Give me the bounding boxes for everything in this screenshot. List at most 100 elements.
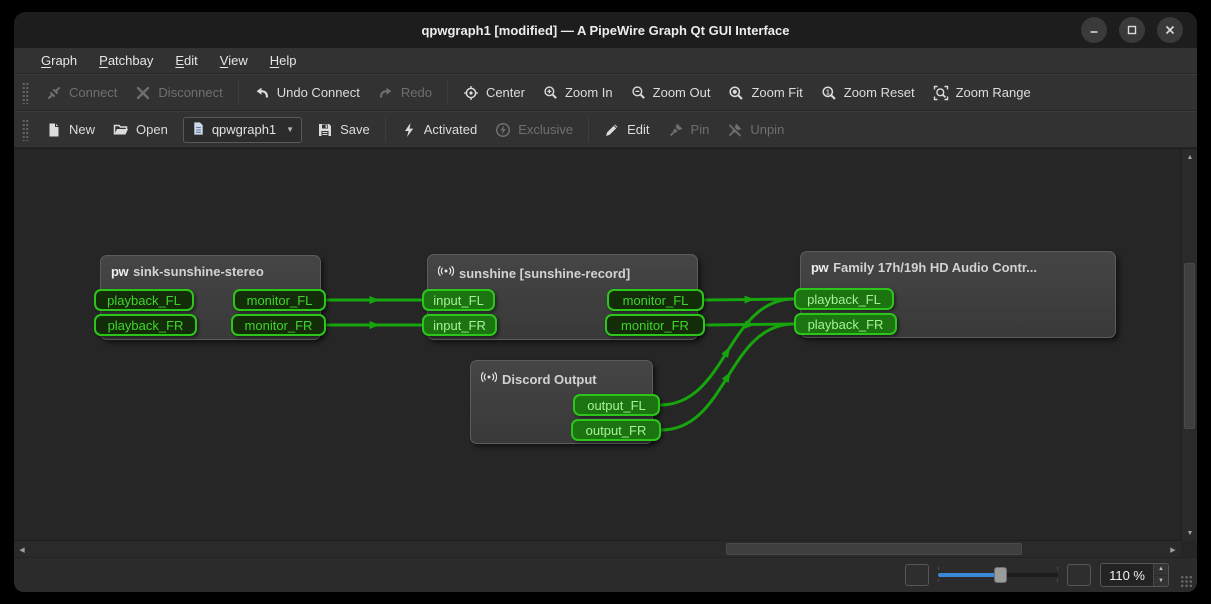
- center-icon: [463, 85, 479, 101]
- toolbar-button-label: Connect: [69, 85, 117, 100]
- toolbar-button-activated[interactable]: Activated: [392, 117, 486, 143]
- resize-grip-icon[interactable]: [1180, 575, 1193, 588]
- port-family-playback-fl[interactable]: playback_FL: [794, 288, 894, 310]
- disconnect-icon: [135, 85, 151, 101]
- screen-background: qpwgraph1 [modified] — A PipeWire Graph …: [0, 0, 1211, 604]
- port-family-playback-fr[interactable]: playback_FR: [794, 313, 897, 335]
- port-sunshine-monitor-fl[interactable]: monitor_FL: [607, 289, 704, 311]
- redo-icon: [378, 85, 394, 101]
- minimize-button[interactable]: [1081, 17, 1107, 43]
- patchbay-file-icon: [191, 121, 206, 136]
- connection-wires: [14, 149, 1197, 557]
- patchbay-file-icon: [191, 121, 206, 139]
- pw-icon: pw: [811, 260, 828, 275]
- toolbar-button-label: Activated: [424, 122, 477, 137]
- toolbar-button-label: Open: [136, 122, 168, 137]
- zoom-spinbox[interactable]: 110 % ▲ ▼: [1100, 563, 1169, 587]
- maximize-button[interactable]: [1119, 17, 1145, 43]
- toolbar-button-undo-connect[interactable]: Undo Connect: [245, 80, 369, 106]
- wire-arrow-icon: [745, 321, 756, 329]
- zoom-range-icon: [933, 85, 949, 101]
- close-button[interactable]: [1157, 17, 1183, 43]
- node-header: sunshine [sunshine-record]: [428, 255, 697, 288]
- node-title: sunshine [sunshine-record]: [459, 266, 630, 281]
- statusbar-zoom-in-button[interactable]: [1067, 564, 1091, 586]
- horizontal-scrollbar-thumb[interactable]: [726, 543, 1022, 555]
- toolbar-grip[interactable]: [22, 119, 29, 141]
- toolbar-button-label: Edit: [627, 122, 649, 137]
- vertical-scrollbar[interactable]: ▲ ▼: [1181, 149, 1197, 541]
- undo-icon: [254, 85, 270, 101]
- toolbar-button-label: Zoom Reset: [844, 85, 915, 100]
- menu-item-view[interactable]: View: [211, 50, 257, 71]
- port-sunshine-input-fr[interactable]: input_FR: [422, 314, 497, 336]
- save-icon: [317, 122, 333, 138]
- port-sink-monitor-fr[interactable]: monitor_FR: [231, 314, 326, 336]
- graph-canvas[interactable]: ▲ ▼ ◀ ▶ pwsink-sunshine-stereo playback_F…: [14, 148, 1197, 557]
- port-sunshine-input-fl[interactable]: input_FL: [422, 289, 495, 311]
- spin-up-button[interactable]: ▲: [1154, 564, 1168, 576]
- titlebar[interactable]: qpwgraph1 [modified] — A PipeWire Graph …: [14, 12, 1197, 48]
- zoom-slider[interactable]: [938, 565, 1058, 585]
- menu-item-help[interactable]: Help: [261, 50, 306, 71]
- toolbar-button-connect[interactable]: Connect: [37, 80, 126, 106]
- toolbar-button-zoom-in[interactable]: Zoom In: [534, 80, 622, 105]
- port-discord-output-fr[interactable]: output_FR: [571, 419, 661, 441]
- toolbar-button-zoom-range[interactable]: Zoom Range: [924, 80, 1040, 106]
- toolbar-button-new[interactable]: New: [37, 117, 104, 143]
- toolbar-button-zoom-out[interactable]: Zoom Out: [622, 80, 720, 105]
- toolbar-button-unpin[interactable]: Unpin: [718, 117, 793, 143]
- toolbar-button-exclusive[interactable]: Exclusive: [486, 117, 582, 143]
- unpin-icon: [727, 122, 743, 138]
- horizontal-scrollbar[interactable]: ◀ ▶: [14, 540, 1181, 557]
- zoom-reset-icon: 1: [821, 85, 837, 101]
- port-sink-playback-fr[interactable]: playback_FR: [94, 314, 197, 336]
- zoom-reset-icon: 1: [821, 85, 837, 101]
- toolbar-button-zoom-reset[interactable]: 1 Zoom Reset: [812, 80, 924, 106]
- activated-bolt-icon: [401, 122, 417, 138]
- toolbar-button-center[interactable]: Center: [454, 80, 534, 106]
- toolbar-separator: [588, 118, 589, 142]
- scroll-down-button[interactable]: ▼: [1182, 525, 1197, 541]
- toolbar-button-save[interactable]: Save: [308, 117, 379, 143]
- toolbar-button-redo[interactable]: Redo: [369, 80, 441, 106]
- menubar: GraphPatchbayEditViewHelp: [14, 48, 1197, 74]
- toolbar-separator: [238, 81, 239, 105]
- toolbar-main: ConnectDisconnectUndo ConnectRedoCenterZ…: [14, 74, 1197, 111]
- pin-icon: [668, 122, 684, 138]
- scroll-left-button[interactable]: ◀: [14, 541, 30, 557]
- port-discord-output-fl[interactable]: output_FL: [573, 394, 660, 416]
- zoom-fit-icon: [728, 85, 744, 101]
- toolbar-button-label: Zoom Fit: [751, 85, 802, 100]
- vertical-scrollbar-thumb[interactable]: [1184, 263, 1195, 429]
- zoom-range-icon: [933, 85, 949, 101]
- scroll-up-button[interactable]: ▲: [1182, 149, 1197, 165]
- zoom-slider-handle[interactable]: [994, 567, 1007, 583]
- toolbar-button-zoom-fit[interactable]: Zoom Fit: [719, 80, 811, 106]
- menu-item-patchbay[interactable]: Patchbay: [90, 50, 162, 71]
- pin-icon: [668, 122, 684, 138]
- node-title: Family 17h/19h HD Audio Contr...: [833, 260, 1037, 275]
- toolbar-button-open[interactable]: Open: [104, 117, 177, 143]
- qpwgraph-window: qpwgraph1 [modified] — A PipeWire Graph …: [14, 12, 1197, 592]
- minimize-icon: [1088, 24, 1100, 36]
- toolbar-grip[interactable]: [22, 82, 29, 104]
- node-header: pwsink-sunshine-stereo: [101, 256, 320, 283]
- port-sunshine-monitor-fr[interactable]: monitor_FR: [605, 314, 705, 336]
- center-icon: [463, 85, 479, 101]
- scroll-right-button[interactable]: ▶: [1165, 541, 1181, 557]
- zoom-value: 110 %: [1101, 564, 1153, 586]
- toolbar-button-label: New: [69, 122, 95, 137]
- toolbar-button-disconnect[interactable]: Disconnect: [126, 80, 231, 106]
- toolbar-button-edit[interactable]: Edit: [595, 117, 658, 143]
- spin-down-button[interactable]: ▼: [1154, 576, 1168, 587]
- menu-item-graph[interactable]: Graph: [32, 50, 86, 71]
- port-sink-playback-fl[interactable]: playback_FL: [94, 289, 194, 311]
- patchbay-combobox[interactable]: qpwgraph1▼: [183, 117, 302, 143]
- statusbar-zoom-out-button[interactable]: [905, 564, 929, 586]
- port-sink-monitor-fl[interactable]: monitor_FL: [233, 289, 326, 311]
- zoom-slider-fill: [938, 573, 998, 577]
- toolbar-button-pin[interactable]: Pin: [659, 117, 719, 143]
- toolbar-button-label: Disconnect: [158, 85, 222, 100]
- menu-item-edit[interactable]: Edit: [166, 50, 206, 71]
